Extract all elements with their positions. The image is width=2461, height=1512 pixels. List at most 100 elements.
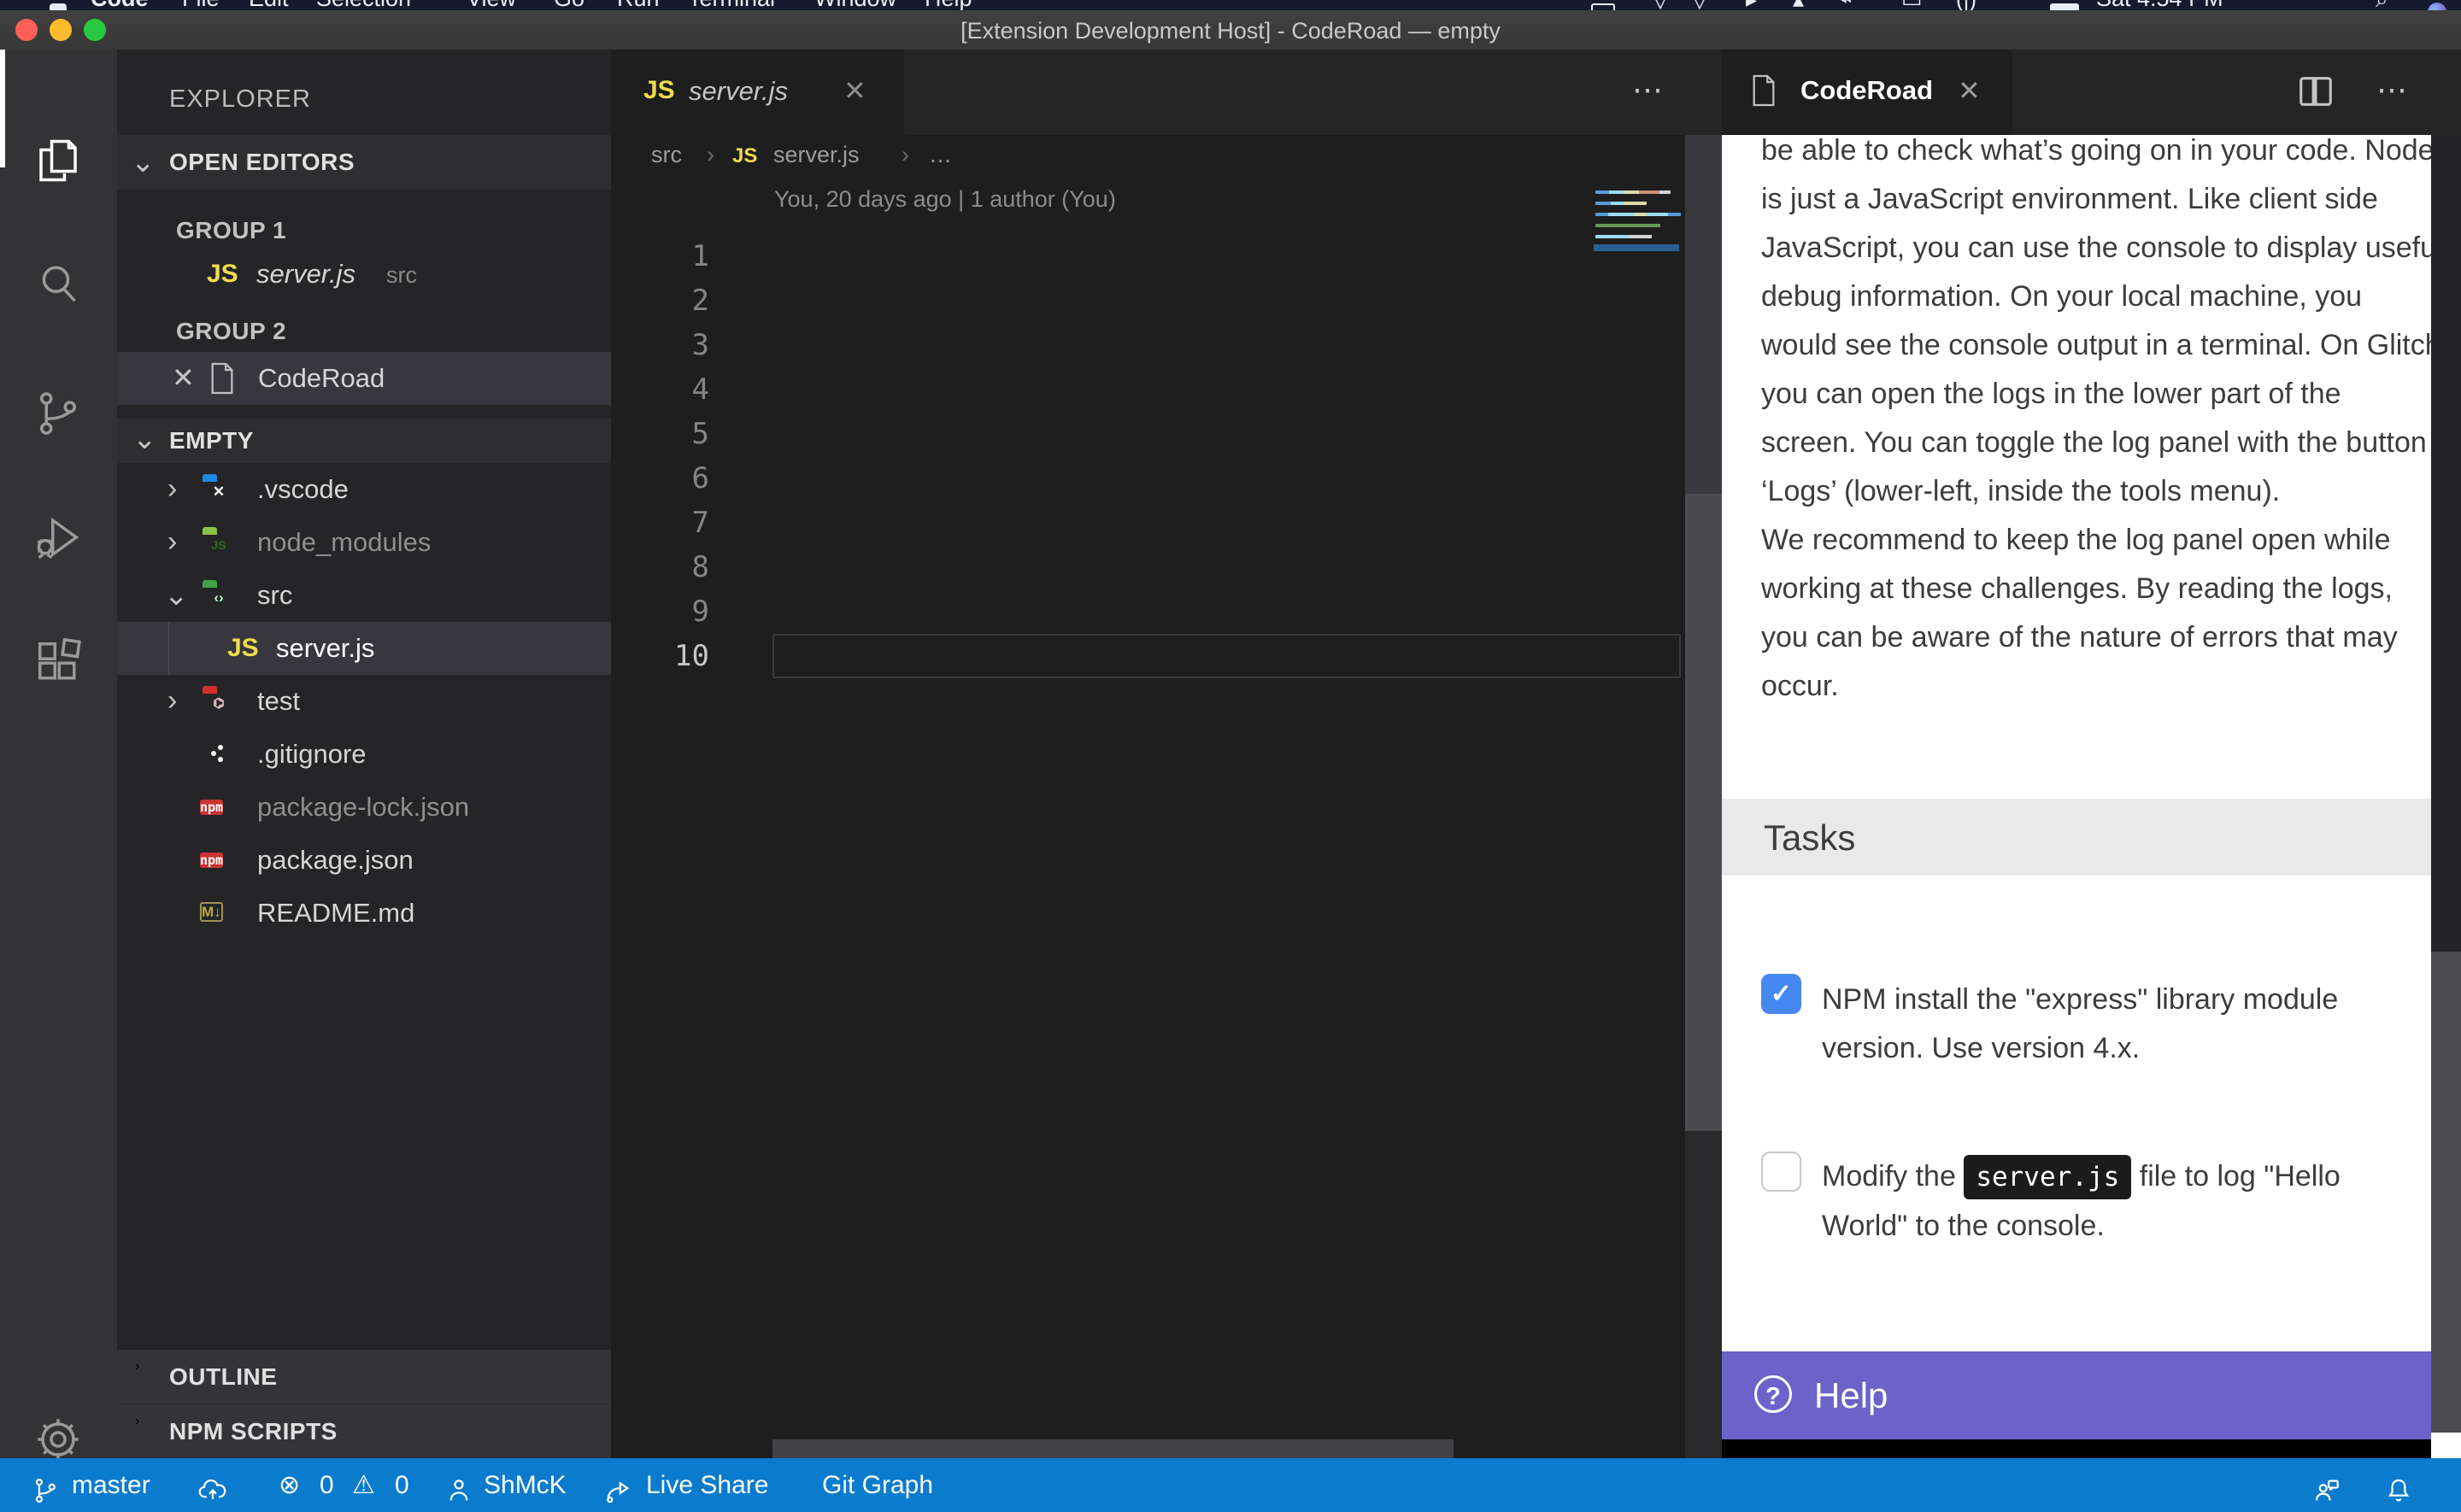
task1-checkbox[interactable]: ✓: [1761, 974, 1801, 1014]
help-label: Help: [1814, 1351, 1888, 1439]
tab-serverjs[interactable]: JS server.js ✕: [611, 50, 904, 135]
task2-text: Modify the server.js file to log "Hello …: [1822, 1151, 2420, 1251]
menubar-mic-icon[interactable]: ⌁: [1839, 0, 1853, 10]
tab-coderoad[interactable]: CodeRoad ✕: [1722, 50, 2012, 135]
minimap-line: [1595, 224, 1660, 227]
task1-text: NPM install the "express" library module…: [1822, 976, 2420, 1073]
menu-item-window[interactable]: Window: [814, 0, 896, 10]
menu-item-go[interactable]: Go: [554, 0, 584, 10]
folder-section-header[interactable]: ⌄ EMPTY: [117, 419, 611, 463]
tree-item-node-modules[interactable]: › JS node_modules: [117, 516, 611, 569]
tree-item-vscode[interactable]: › ✕ .vscode: [117, 463, 611, 516]
webview-more-actions-button[interactable]: ⋯: [2376, 72, 2410, 108]
menu-item-edit[interactable]: Edit: [249, 0, 289, 10]
activity-bar: [0, 50, 117, 1458]
explorer-icon[interactable]: [32, 135, 84, 186]
coderoad-panel: CodeRoad ✕ ⋯ be able to check what’s goi…: [1722, 50, 2461, 1458]
menubar-display-icon[interactable]: [1591, 3, 1615, 10]
menu-item-run[interactable]: Run: [617, 0, 660, 10]
tree-item-package-json[interactable]: npm package.json: [117, 834, 611, 887]
menu-item-selection[interactable]: Selection: [316, 0, 411, 10]
warnings-count[interactable]: 0: [395, 1458, 409, 1512]
question-circle-icon: ?: [1754, 1375, 1792, 1413]
macos-menu-bar: Code File Edit Selection View Go Run Ter…: [0, 0, 2461, 10]
task-progress-badge: 1 of 2 tasks: [2255, 1439, 2399, 1458]
settings-gear-icon[interactable]: [32, 1414, 84, 1465]
open-editor-item-serverjs[interactable]: JS server.js src: [117, 248, 611, 301]
editor-more-actions-button[interactable]: ⋯: [1632, 72, 1665, 108]
menu-item-file[interactable]: File: [182, 0, 220, 10]
menubar-wifi-icon[interactable]: (|): [1956, 0, 1976, 10]
open-editor-item-coderoad[interactable]: ✕ CodeRoad: [117, 352, 611, 405]
git-graph-button[interactable]: Git Graph: [822, 1458, 933, 1512]
tree-item-package-lock[interactable]: npm package-lock.json: [117, 781, 611, 834]
chevron-down-icon: ⌄: [164, 578, 189, 612]
tutorial-text-line: be able to check what’s going on in your…: [1761, 135, 2419, 175]
menubar-battery-icon[interactable]: ▭: [1901, 0, 1923, 10]
editor-horizontal-scrollbar-thumb[interactable]: [772, 1439, 1454, 1458]
menubar-shield2-icon[interactable]: ▽: [1691, 0, 1708, 10]
menubar-search-icon[interactable]: ⌕: [2376, 0, 2388, 10]
publish-changes-icon[interactable]: [198, 1458, 227, 1512]
file-icon: [1749, 73, 1778, 112]
extensions-icon[interactable]: [32, 636, 84, 688]
close-icon[interactable]: ✕: [172, 361, 195, 394]
tree-item-gitignore[interactable]: .gitignore: [117, 728, 611, 781]
breadcrumb[interactable]: src › JS server.js › …: [611, 135, 1722, 179]
code-line-7[interactable]: // -- DO NOT EDIT BELOW THIS LINE: [772, 501, 1683, 545]
minimap[interactable]: [1594, 185, 1684, 287]
explorer-sidebar: EXPLORER ⌄ OPEN EDITORS GROUP 1 JS serve…: [117, 50, 611, 1458]
line-number: 3: [611, 323, 709, 367]
close-tab-icon[interactable]: ✕: [1958, 74, 1981, 107]
feedback-icon[interactable]: [2312, 1458, 2341, 1512]
search-icon[interactable]: [32, 257, 84, 308]
tree-item-src[interactable]: ⌄ ‹› src: [117, 569, 611, 622]
tutorial-text-line: would see the console output in a termin…: [1761, 321, 2419, 370]
breadcrumb-symbol[interactable]: …: [929, 142, 952, 168]
tree-item-test[interactable]: › ⌬ test: [117, 675, 611, 728]
git-branch-button[interactable]: [31, 1458, 60, 1512]
errors-icon[interactable]: ⊗: [279, 1458, 300, 1512]
menu-item-terminal[interactable]: Terminal: [688, 0, 775, 10]
open-editors-header[interactable]: ⌄ OPEN EDITORS: [117, 135, 611, 190]
code-line-9[interactable]: module.exports = server;: [772, 589, 1683, 634]
code-line-5[interactable]: const server = app.listen(process.env.PO…: [772, 412, 1683, 456]
code-line-1[interactable]: const express = require("express");: [772, 234, 1683, 278]
warnings-icon[interactable]: ⚠: [352, 1458, 375, 1512]
close-tab-icon[interactable]: ✕: [843, 74, 866, 107]
menubar-play-icon[interactable]: ▸: [1746, 0, 1757, 10]
chevron-right-icon: ›: [135, 1414, 139, 1429]
line-number: 9: [611, 589, 709, 634]
split-editor-icon[interactable]: [2296, 72, 2335, 115]
source-control-icon[interactable]: [32, 388, 84, 439]
live-share-account-icon[interactable]: [444, 1458, 473, 1512]
menubar-shield-icon[interactable]: ▽: [1652, 0, 1669, 10]
siri-icon[interactable]: [2428, 3, 2446, 10]
errors-count[interactable]: 0: [320, 1458, 334, 1512]
live-share-icon[interactable]: [603, 1458, 632, 1512]
task2-checkbox[interactable]: [1761, 1152, 1801, 1192]
tree-item-readme[interactable]: M↓ README.md: [117, 887, 611, 940]
webview-scrollbar-thumb[interactable]: [2431, 952, 2461, 1433]
tutorial-text-line: JavaScript, you can use the console to d…: [1761, 224, 2419, 273]
apple-menu-icon[interactable]: [50, 3, 67, 10]
live-share-account-name[interactable]: ShMcK: [484, 1458, 567, 1512]
git-branch-name[interactable]: master: [72, 1458, 150, 1512]
npm-scripts-section-header[interactable]: › NPM SCRIPTS: [117, 1404, 611, 1457]
menu-item-view[interactable]: View: [467, 0, 516, 10]
breadcrumb-file[interactable]: server.js: [773, 142, 860, 168]
help-section-header[interactable]: ? Help: [1722, 1351, 2431, 1439]
breadcrumb-folder[interactable]: src: [651, 142, 682, 168]
menu-item-code[interactable]: Code: [91, 0, 149, 10]
editor-scrollbar-thumb[interactable]: [1685, 494, 1722, 1131]
menu-item-help[interactable]: Help: [925, 0, 972, 10]
tree-item-serverjs-selected[interactable]: JS server.js: [117, 622, 611, 675]
codelens-annotation[interactable]: You, 20 days ago | 1 author (You): [774, 186, 1116, 213]
menubar-triangle-icon[interactable]: ▴: [1793, 0, 1804, 10]
line-number: 5: [611, 412, 709, 456]
notifications-bell-icon[interactable]: [2384, 1458, 2413, 1512]
code-line-3[interactable]: const app = express();: [772, 323, 1683, 367]
live-share-button[interactable]: Live Share: [646, 1458, 768, 1512]
run-and-debug-icon[interactable]: [32, 512, 84, 563]
outline-section-header[interactable]: › OUTLINE: [117, 1350, 611, 1403]
